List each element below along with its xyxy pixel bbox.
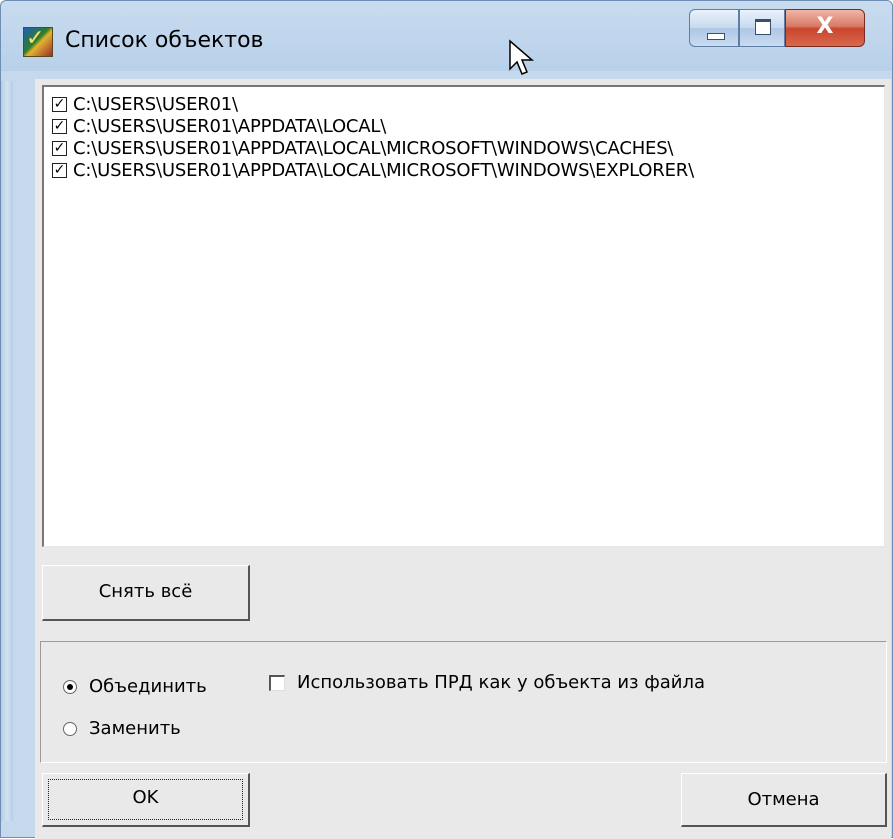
- use-prd-checkbox-option[interactable]: Использовать ПРД как у объекта из файла: [269, 672, 705, 693]
- close-button[interactable]: X: [785, 9, 865, 47]
- use-prd-label: Использовать ПРД как у объекта из файла: [297, 672, 705, 693]
- mouse-cursor-icon: [509, 39, 535, 75]
- dialog-window: Список объектов X ✓ C:\USERS\USER01\ ✓ C…: [0, 0, 893, 839]
- list-item-label: C:\USERS\USER01\APPDATA\LOCAL\MICROSOFT\…: [73, 137, 674, 159]
- list-item-checkbox[interactable]: ✓: [52, 118, 67, 134]
- use-prd-checkbox[interactable]: [269, 674, 285, 691]
- cancel-button[interactable]: Отмена: [681, 773, 887, 827]
- objects-list[interactable]: ✓ C:\USERS\USER01\ ✓ C:\USERS\USER01\APP…: [42, 85, 885, 547]
- clear-all-button[interactable]: Снять всё: [42, 565, 250, 621]
- merge-radio[interactable]: [63, 679, 77, 694]
- maximize-button[interactable]: [739, 9, 785, 47]
- list-item[interactable]: ✓ C:\USERS\USER01\APPDATA\LOCAL\: [52, 115, 386, 137]
- replace-radio-option[interactable]: Заменить: [63, 718, 181, 739]
- list-item-checkbox[interactable]: ✓: [52, 162, 67, 178]
- focus-rectangle: [48, 779, 243, 820]
- ok-button[interactable]: OK: [42, 773, 250, 827]
- close-icon: X: [816, 14, 834, 39]
- list-item-label: C:\USERS\USER01\: [73, 93, 238, 115]
- list-item[interactable]: ✓ C:\USERS\USER01\APPDATA\LOCAL\MICROSOF…: [52, 159, 694, 181]
- list-item-checkbox[interactable]: ✓: [52, 96, 67, 112]
- title-bar[interactable]: Список объектов X: [1, 1, 893, 73]
- minimize-button[interactable]: [689, 9, 739, 47]
- merge-radio-option[interactable]: Объединить: [63, 676, 207, 697]
- app-icon: [23, 26, 53, 57]
- replace-radio[interactable]: [63, 721, 77, 736]
- merge-label: Объединить: [89, 676, 207, 697]
- merge-options-group: Объединить Заменить Использовать ПРД как…: [40, 641, 887, 763]
- list-item[interactable]: ✓ C:\USERS\USER01\APPDATA\LOCAL\MICROSOF…: [52, 137, 674, 159]
- list-item[interactable]: ✓ C:\USERS\USER01\: [52, 93, 238, 115]
- list-item-label: C:\USERS\USER01\APPDATA\LOCAL\: [73, 115, 387, 137]
- list-item-label: C:\USERS\USER01\APPDATA\LOCAL\MICROSOFT\…: [73, 159, 694, 181]
- caption-buttons: X: [689, 9, 879, 49]
- replace-label: Заменить: [89, 718, 181, 739]
- list-item-checkbox[interactable]: ✓: [52, 140, 67, 156]
- window-title: Список объектов: [65, 28, 264, 53]
